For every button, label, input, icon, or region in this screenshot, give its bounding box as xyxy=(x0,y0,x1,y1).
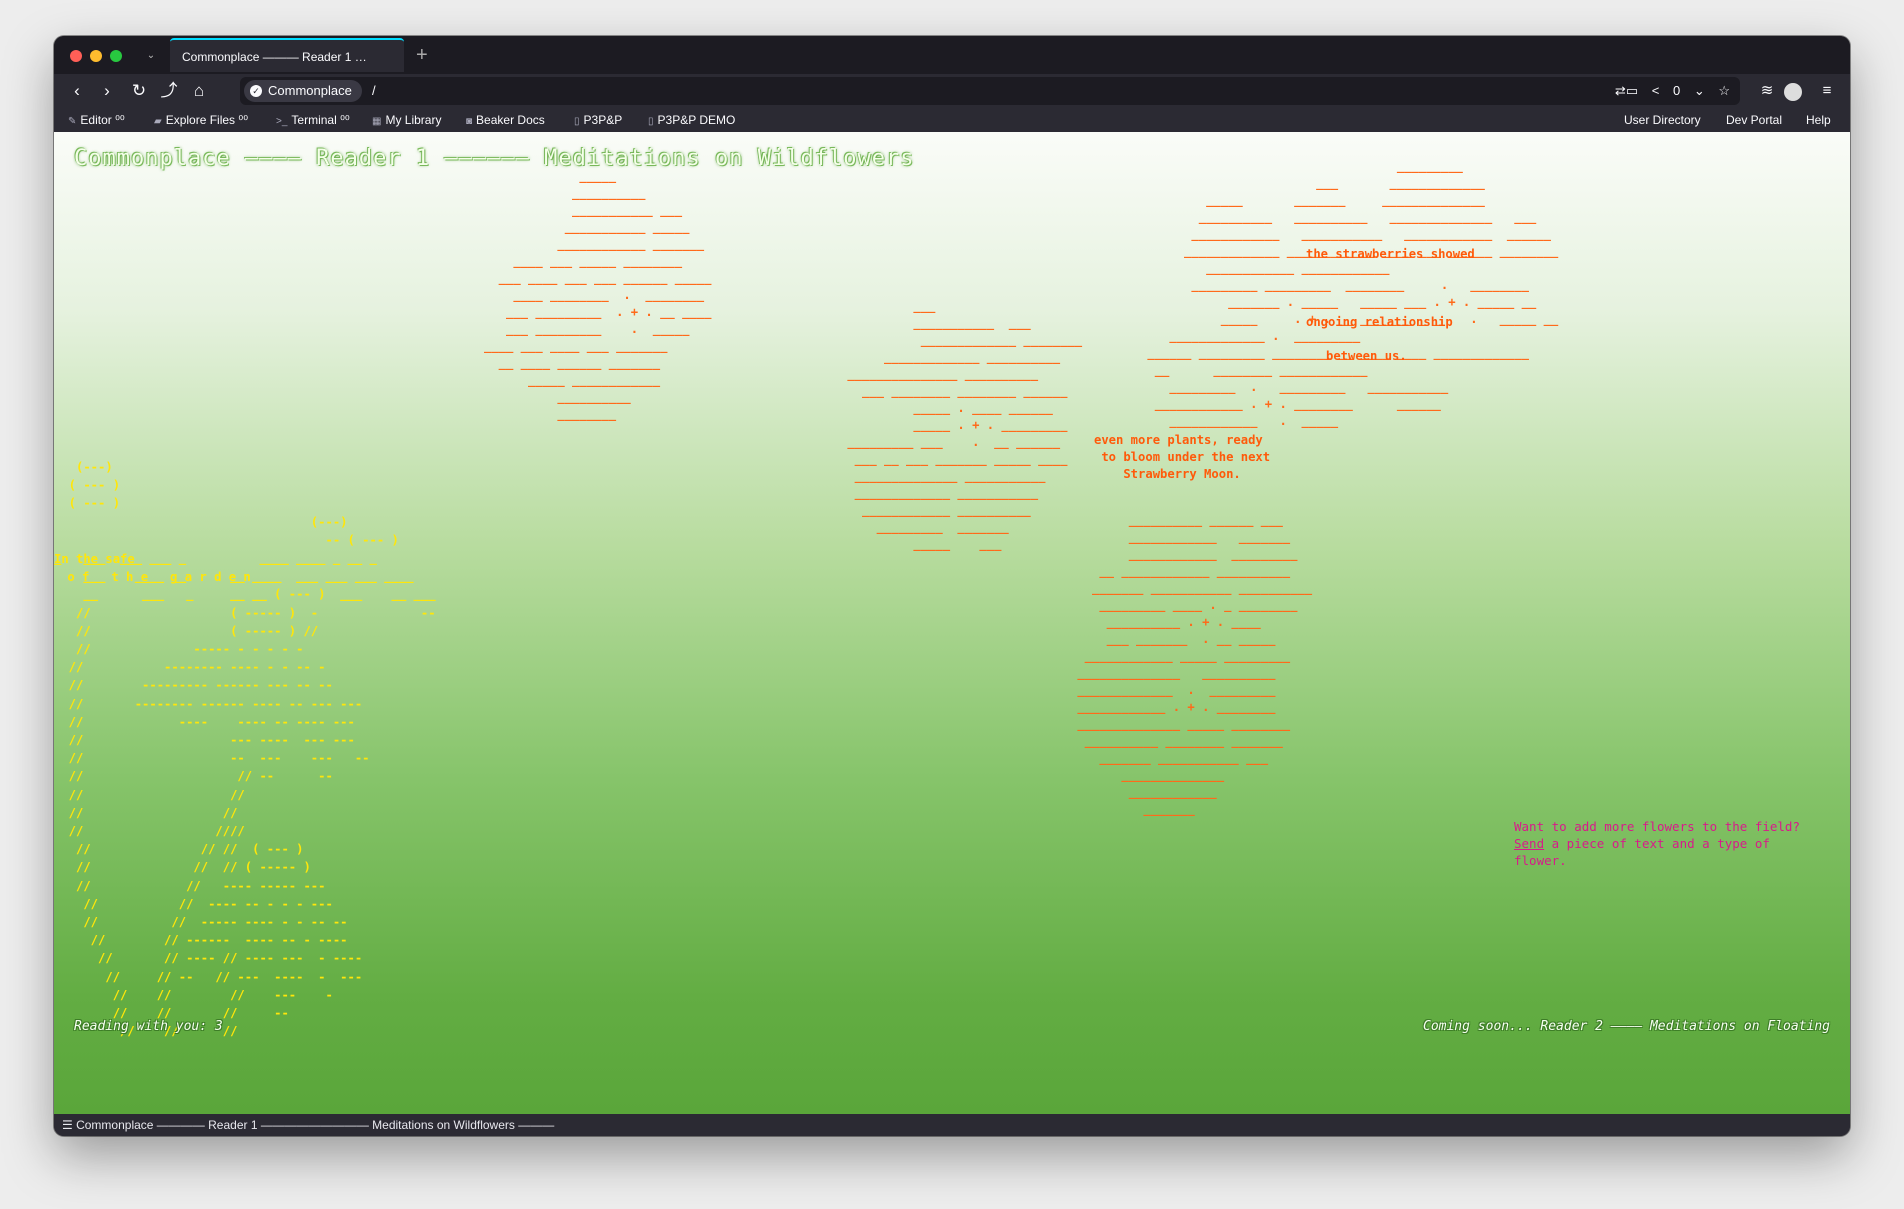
tab-strip: ⌄ Commonplace ——— Reader 1 … + xyxy=(54,36,1850,74)
ascii-flower-art: _________ ___ _____________ _____ ______… xyxy=(1147,159,1559,428)
upload-icon[interactable]: ⤴ xyxy=(156,78,182,104)
link-user-directory[interactable]: User Directory xyxy=(1624,108,1701,132)
bookmark-editor[interactable]: ✎ Editor ⁰⁰ xyxy=(68,108,125,134)
verified-icon: ✓ xyxy=(250,85,262,97)
link-help[interactable]: Help xyxy=(1806,108,1831,132)
url-bar[interactable]: ✓ Commonplace / ⇄▭ < 0 ⌄ ☆ xyxy=(240,77,1740,105)
page-content: Commonplace ———— Reader 1 —————— Meditat… xyxy=(54,132,1850,1114)
bookmark-explore-files[interactable]: ▰ Explore Files ⁰⁰ xyxy=(154,108,248,134)
pencil-icon: ✎ xyxy=(68,116,77,127)
bookmark-p3pp[interactable]: ▯ P3P&P xyxy=(574,108,622,134)
bookmark-beaker-docs[interactable]: ◙ Beaker Docs xyxy=(466,108,545,134)
new-tab-button[interactable]: + xyxy=(416,42,428,68)
avatar[interactable] xyxy=(1784,83,1802,101)
site-name: Commonplace xyxy=(268,83,352,98)
coming-soon-link[interactable]: Coming soon... Reader 2 ———— Meditations… xyxy=(1423,1019,1830,1034)
poem-line: the strawberries showed xyxy=(1306,247,1475,261)
poem-line: even more plants, ready to bloom under t… xyxy=(1094,433,1271,481)
status-bar: ☰ Commonplace ———— Reader 1 ————————— Me… xyxy=(54,1114,1850,1136)
terminal-icon: >_ xyxy=(276,116,288,127)
reload-icon[interactable]: ↻ xyxy=(126,78,152,104)
tab-list-button[interactable]: ⌄ xyxy=(138,44,164,68)
share-count: 0 xyxy=(1672,83,1681,98)
bookmark-p3pp-demo[interactable]: ▯ P3P&P DEMO xyxy=(648,108,735,134)
url-path[interactable]: / xyxy=(372,77,376,105)
contribute-invite: Want to add more flowers to the field? S… xyxy=(1514,819,1800,868)
library-icon: ▦ xyxy=(372,116,382,127)
bookmarks-bar: ✎ Editor ⁰⁰ ▰ Explore Files ⁰⁰ >_ Terminal … xyxy=(54,108,1850,132)
home-icon[interactable]: ⌂ xyxy=(186,78,212,104)
poem-line: between us. xyxy=(1326,349,1407,363)
navigation-bar: ‹ › ↻ ⤴ ⌂ ✓ Commonplace / ⇄▭ < 0 ⌄ ☆ ≋ ≡ xyxy=(54,74,1850,108)
page-icon: ▯ xyxy=(648,116,654,127)
ascii-flower-art: _____ __________ ___________ ___ _______… xyxy=(484,169,712,421)
back-icon[interactable]: ‹ xyxy=(64,78,90,104)
ascii-plant-art: (---) ( --- ) ( --- ) (---) -- ( --- ) _… xyxy=(54,460,436,1039)
folder-icon: ▰ xyxy=(154,116,162,127)
url-actions: ⇄▭ < 0 ⌄ ☆ xyxy=(1605,77,1730,105)
reader-count: Reading with you: 3 xyxy=(74,1019,223,1034)
page-icon: ▯ xyxy=(574,116,580,127)
chevron-down-icon[interactable]: ⌄ xyxy=(1694,83,1705,98)
minimize-window-button[interactable] xyxy=(90,50,102,62)
poem-line: ongoing relationship xyxy=(1306,315,1453,329)
poem-line: o f t h e g a r d e n xyxy=(60,570,251,584)
beaker-icon: ◙ xyxy=(466,116,473,127)
ascii-flower-art: ___ ___________ ___ _____________ ______… xyxy=(847,299,1083,551)
maximize-window-button[interactable] xyxy=(110,50,122,62)
ascii-flower-art: __________ ______ ___ ____________ _____… xyxy=(1077,513,1313,816)
tab-commonplace[interactable]: Commonplace ——— Reader 1 … xyxy=(170,38,404,72)
network-icon[interactable]: ≋ xyxy=(1754,78,1780,104)
forward-icon[interactable]: › xyxy=(94,78,120,104)
poem-line: In the safe xyxy=(54,552,135,566)
close-window-button[interactable] xyxy=(70,50,82,62)
share-icon[interactable]: < 0 xyxy=(1652,83,1680,98)
star-icon[interactable]: ☆ xyxy=(1718,83,1730,98)
bookmark-terminal[interactable]: >_ Terminal ⁰⁰ xyxy=(276,108,350,134)
site-info-button[interactable]: ✓ Commonplace xyxy=(244,80,362,102)
bookmark-my-library[interactable]: ▦ My Library xyxy=(372,108,441,134)
browser-window: ⌄ Commonplace ——— Reader 1 … + ‹ › ↻ ⤴ ⌂… xyxy=(54,36,1850,1136)
folder-sync-icon[interactable]: ⇄▭ xyxy=(1615,83,1638,98)
menu-icon[interactable]: ≡ xyxy=(1814,78,1840,104)
link-dev-portal[interactable]: Dev Portal xyxy=(1726,108,1782,132)
send-link[interactable]: Send xyxy=(1514,836,1544,851)
